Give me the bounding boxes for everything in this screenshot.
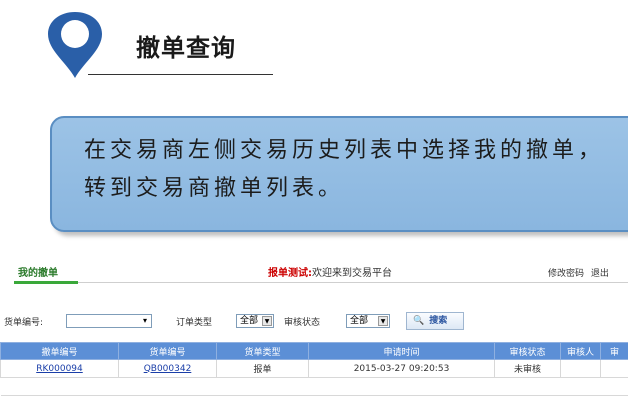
tab-my-cancellations[interactable]: 我的撤单 [18, 264, 58, 279]
column-header[interactable]: 审 [600, 342, 628, 360]
order-type-cell: 报单 [216, 359, 309, 378]
order-type-select[interactable]: 全部 ▼ [236, 314, 274, 328]
column-header[interactable]: 撤单编号 [0, 342, 119, 360]
column-header[interactable]: 货单类型 [216, 342, 309, 360]
review-status-cell: 未审核 [494, 359, 561, 378]
column-header[interactable]: 审核人 [560, 342, 601, 360]
welcome-user: 报单测试: [268, 268, 312, 279]
welcome-text: 欢迎来到交易平台 [312, 268, 392, 279]
welcome-message: 报单测试:欢迎来到交易平台 [268, 264, 392, 279]
chevron-down-icon: ▼ [262, 316, 272, 326]
tab-divider [78, 282, 628, 283]
title-underline [88, 74, 273, 75]
chevron-down-icon: ▼ [378, 316, 388, 326]
extra-cell [600, 359, 628, 378]
order-no-link[interactable]: QB000342 [144, 364, 192, 374]
logout-link[interactable]: 退出 [591, 269, 609, 279]
order-no-label: 货单编号: [4, 318, 44, 328]
active-tab-indicator [14, 281, 78, 284]
search-button[interactable]: 🔍 搜索 [406, 312, 464, 330]
column-header[interactable]: 申请时间 [308, 342, 495, 360]
header-links: 修改密码 退出 [548, 266, 613, 279]
column-header[interactable]: 货单编号 [118, 342, 217, 360]
page-title: 撤单查询 [136, 34, 236, 62]
reviewer-cell [560, 359, 601, 378]
order-no-select[interactable]: ▾ [66, 314, 152, 328]
apply-time-cell: 2015-03-27 09:20:53 [308, 359, 495, 378]
dropdown-arrow-icon: ▾ [142, 316, 147, 325]
order-type-value: 全部 [240, 316, 259, 326]
order-no-cell: QB000342 [118, 359, 217, 378]
review-status-select[interactable]: 全部 ▼ [346, 314, 390, 328]
change-password-link[interactable]: 修改密码 [548, 269, 584, 279]
cancel-no-link[interactable]: RK000094 [36, 364, 83, 374]
table-row-empty [0, 377, 628, 396]
location-pin-icon [48, 12, 102, 78]
cancel-no-cell: RK000094 [0, 359, 119, 378]
table-row: RK000094 QB000342 报单 2015-03-27 09:20:53… [0, 359, 628, 378]
instruction-text: 在交易商左侧交易历史列表中选择我的撤单，转到交易商撤单列表。 [84, 138, 605, 201]
table-header-row: 撤单编号 货单编号 货单类型 申请时间 审核状态 审核人 审 [0, 342, 628, 360]
search-label: 搜索 [429, 316, 448, 326]
cancellation-table: 撤单编号 货单编号 货单类型 申请时间 审核状态 审核人 审 RK000094 … [0, 342, 628, 396]
column-header[interactable]: 审核状态 [494, 342, 561, 360]
search-icon: 🔍 [413, 316, 425, 326]
review-status-label: 审核状态 [284, 318, 321, 328]
order-type-label: 订单类型 [176, 318, 213, 328]
review-status-value: 全部 [350, 316, 369, 326]
